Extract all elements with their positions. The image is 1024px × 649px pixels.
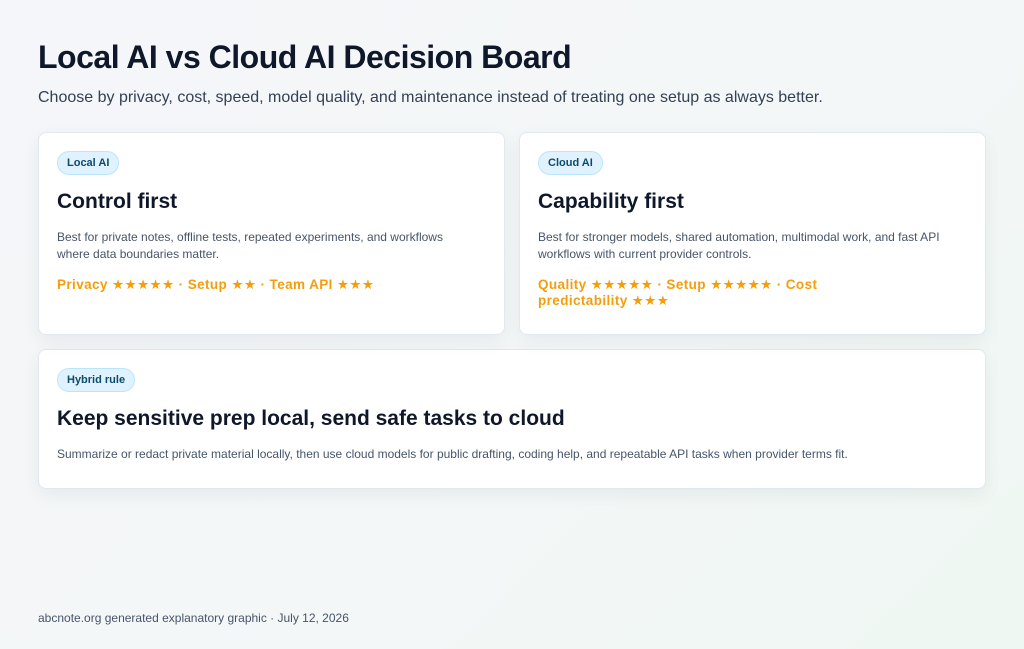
local-ai-badge: Local AI bbox=[57, 151, 120, 175]
decision-board: Local AI vs Cloud AI Decision Board Choo… bbox=[38, 38, 986, 489]
cloud-ai-ratings: Quality ★★★★★ · Setup ★★★★★ · Cost predi… bbox=[538, 277, 818, 308]
local-ai-card-description: Best for private notes, offline tests, r… bbox=[57, 230, 443, 261]
hybrid-rule-card: Hybrid rule Keep sensitive prep local, s… bbox=[38, 349, 986, 489]
hybrid-rule-card-title: Keep sensitive prep local, send safe tas… bbox=[57, 407, 565, 430]
cloud-ai-card-description: Best for stronger models, shared automat… bbox=[538, 230, 940, 261]
hybrid-rule-card-description: Summarize or redact private material loc… bbox=[57, 447, 848, 461]
hybrid-rule-badge: Hybrid rule bbox=[57, 368, 136, 392]
cloud-ai-badge: Cloud AI bbox=[538, 151, 603, 175]
cloud-ai-card: Cloud AI Capability first Best for stron… bbox=[519, 132, 986, 335]
cloud-ai-card-title: Capability first bbox=[538, 190, 684, 213]
local-ai-ratings: Privacy ★★★★★ · Setup ★★ · Team API ★★★ bbox=[57, 277, 375, 292]
card-row: Local AI Control first Best for private … bbox=[38, 132, 986, 335]
page-title: Local AI vs Cloud AI Decision Board bbox=[38, 39, 572, 75]
footer-credit: abcnote.org generated explanatory graphi… bbox=[38, 611, 349, 625]
local-ai-card: Local AI Control first Best for private … bbox=[38, 132, 505, 335]
page-subtitle: Choose by privacy, cost, speed, model qu… bbox=[38, 89, 823, 106]
local-ai-card-title: Control first bbox=[57, 190, 178, 213]
